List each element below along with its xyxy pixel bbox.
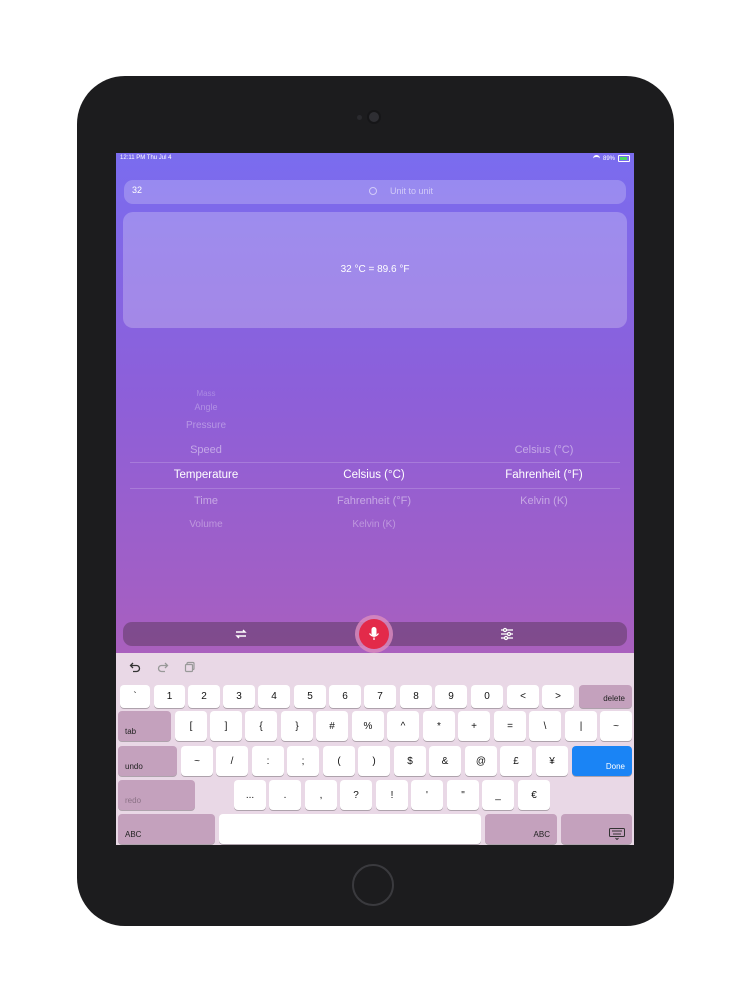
key[interactable]: > <box>542 685 574 708</box>
search-value: 32 <box>132 185 143 195</box>
key[interactable]: / <box>216 746 248 776</box>
key[interactable]: ~ <box>181 746 213 776</box>
key[interactable]: 0 <box>471 685 503 708</box>
battery-icon <box>618 155 630 162</box>
key[interactable]: 5 <box>294 685 326 708</box>
app-screen: 12:11 PM Thu Jul 4 89% 32 Unit to unit 3… <box>116 153 634 845</box>
picker-option-category[interactable]: Volume <box>116 519 296 530</box>
key[interactable]: % <box>352 711 384 741</box>
redo-key[interactable]: redo <box>118 780 195 810</box>
swap-arrows-icon[interactable] <box>233 626 249 642</box>
picker-option-category[interactable]: Mass <box>116 389 296 398</box>
key[interactable]: _ <box>482 780 514 810</box>
hide-keyboard-key[interactable] <box>561 814 632 844</box>
key[interactable]: } <box>281 711 313 741</box>
search-placeholder: Unit to unit <box>390 186 434 196</box>
picker-option-category[interactable]: Pressure <box>116 420 296 431</box>
status-bar: 12:11 PM Thu Jul 4 89% <box>116 153 634 165</box>
key[interactable]: ? <box>340 780 372 810</box>
key[interactable]: 2 <box>188 685 220 708</box>
key[interactable]: 7 <box>364 685 396 708</box>
abc-key-left[interactable]: ABC <box>118 814 215 844</box>
key[interactable]: 6 <box>329 685 361 708</box>
home-button[interactable] <box>352 864 394 906</box>
sensor-dot <box>357 115 362 120</box>
redo-icon[interactable] <box>157 661 169 673</box>
key[interactable]: ~ <box>600 711 632 741</box>
key[interactable]: | <box>565 711 597 741</box>
key[interactable]: " <box>447 780 479 810</box>
status-time: 12:11 PM Thu Jul 4 <box>120 155 172 161</box>
done-key[interactable]: Done <box>572 746 632 776</box>
key[interactable]: + <box>458 711 490 741</box>
category-picker[interactable]: Mass Angle Pressure Speed Temperature Ti… <box>116 378 296 538</box>
key[interactable]: € <box>518 780 550 810</box>
paste-icon[interactable] <box>184 661 196 673</box>
picker-option-to-unit[interactable]: Kelvin (K) <box>454 495 634 507</box>
abc-key-right[interactable]: ABC <box>485 814 557 844</box>
undo-icon[interactable] <box>129 661 141 673</box>
delete-key[interactable]: delete <box>579 685 632 708</box>
conversion-result: 32 °C = 89.6 °F <box>340 264 410 275</box>
picker-selected-to-unit[interactable]: Fahrenheit (°F) <box>454 469 634 481</box>
key[interactable]: ; <box>287 746 319 776</box>
picker-option-category[interactable]: Time <box>116 495 296 507</box>
search-input[interactable]: 32 Unit to unit <box>124 180 626 204</box>
key[interactable]: 9 <box>435 685 467 708</box>
key[interactable]: 3 <box>223 685 255 708</box>
from-unit-picker[interactable]: Celsius (°C) Fahrenheit (°F) Kelvin (K) <box>284 378 464 538</box>
sliders-icon[interactable] <box>499 626 515 642</box>
key[interactable]: , <box>305 780 337 810</box>
key[interactable]: ` <box>120 685 150 708</box>
tab-key[interactable]: tab <box>118 711 171 741</box>
key[interactable]: @ <box>465 746 497 776</box>
key[interactable]: # <box>316 711 348 741</box>
key[interactable]: \ <box>529 711 561 741</box>
picker-option-from-unit[interactable]: Fahrenheit (°F) <box>284 495 464 507</box>
keyboard-shortcut-bar <box>116 653 634 680</box>
key[interactable]: 4 <box>258 685 290 708</box>
microphone-icon <box>368 627 380 640</box>
result-card: 32 °C = 89.6 °F <box>123 212 627 328</box>
battery-percent: 89% <box>602 155 615 162</box>
keyboard: ` 1 2 3 4 5 6 7 8 9 0 < > delete tab [ ]… <box>116 653 634 845</box>
key[interactable]: < <box>507 685 539 708</box>
key[interactable]: ' <box>411 780 443 810</box>
picker-option-category[interactable]: Angle <box>116 402 296 412</box>
key[interactable]: £ <box>500 746 532 776</box>
to-unit-picker[interactable]: Celsius (°C) Fahrenheit (°F) Kelvin (K) <box>454 378 634 538</box>
key[interactable]: * <box>423 711 455 741</box>
microphone-button[interactable] <box>359 619 389 649</box>
front-camera <box>369 112 379 122</box>
key[interactable]: = <box>494 711 526 741</box>
picker-selected-from-unit[interactable]: Celsius (°C) <box>284 469 464 481</box>
key[interactable]: ! <box>376 780 408 810</box>
keyboard-hide-icon <box>609 828 625 840</box>
space-bar[interactable] <box>219 814 481 844</box>
wifi-icon <box>592 155 600 162</box>
key[interactable]: ... <box>234 780 266 810</box>
key[interactable]: $ <box>394 746 426 776</box>
key[interactable]: . <box>269 780 301 810</box>
search-icon <box>369 187 377 195</box>
key[interactable]: ¥ <box>536 746 568 776</box>
key[interactable]: ^ <box>387 711 419 741</box>
picker-option-from-unit[interactable]: Kelvin (K) <box>284 519 464 530</box>
key[interactable]: 1 <box>154 685 185 708</box>
picker-selected-category[interactable]: Temperature <box>116 469 296 481</box>
picker-option-category[interactable]: Speed <box>116 444 296 456</box>
key[interactable]: { <box>245 711 277 741</box>
key[interactable]: ] <box>210 711 242 741</box>
key[interactable]: ) <box>358 746 390 776</box>
undo-key[interactable]: undo <box>118 746 177 776</box>
key[interactable]: 8 <box>400 685 432 708</box>
key[interactable]: ( <box>323 746 355 776</box>
picker-option-to-unit[interactable]: Celsius (°C) <box>454 444 634 456</box>
key[interactable]: [ <box>175 711 207 741</box>
key[interactable]: : <box>252 746 284 776</box>
key[interactable]: & <box>429 746 461 776</box>
